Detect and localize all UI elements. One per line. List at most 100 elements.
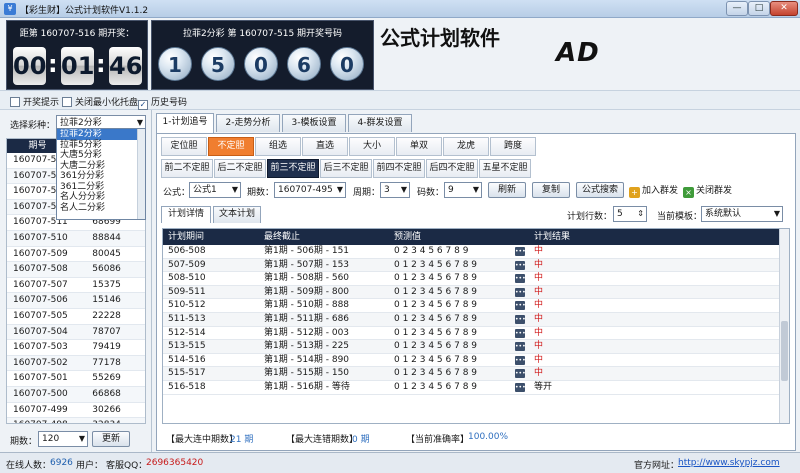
history-row[interactable]: 160707-506 15146 <box>7 293 145 309</box>
history-row[interactable]: 160707-500 66868 <box>7 386 145 403</box>
site-link[interactable]: http://www.skypjz.com <box>678 458 780 468</box>
tab-plan-tracking[interactable]: 1-计划追号 <box>156 113 214 133</box>
table-row[interactable]: 507-509 第1期 - 507期 - 153 0 1 2 3 4 5 6 7 8… <box>163 258 789 273</box>
plan-rows-stepper[interactable]: 5 ⇕ <box>613 206 647 222</box>
plan-scrollbar[interactable] <box>779 229 789 423</box>
history-numbers-checkbox[interactable]: ✓ 历史号码 <box>138 95 187 110</box>
lottery-option[interactable]: 大唐二分彩 <box>57 161 145 172</box>
chevron-down-icon[interactable]: ▼ <box>774 207 780 221</box>
chevron-down-icon[interactable]: ▼ <box>473 183 479 197</box>
copy-button[interactable]: 复制 <box>532 182 570 198</box>
filter-position-button[interactable]: 前二不定胆 <box>161 159 213 178</box>
more-icon[interactable]: ••• <box>515 314 526 324</box>
history-row[interactable]: 160707-501 55269 <box>7 371 145 387</box>
table-row[interactable]: 512-514 第1期 - 512期 - 003 0 1 2 3 4 5 6 7 8… <box>163 327 789 341</box>
lottery-option[interactable]: 拉菲5分彩 <box>57 140 145 151</box>
tab-template-settings[interactable]: 3-模板设置 <box>282 114 346 132</box>
filter-type-button[interactable]: 不定胆 <box>208 137 254 156</box>
table-row[interactable]: 510-512 第1期 - 510期 - 888 0 1 2 3 4 5 6 7 8… <box>163 299 789 313</box>
filter-position-button[interactable]: 前四不定胆 <box>373 159 425 178</box>
lottery-option[interactable]: 361二分彩 <box>57 182 145 193</box>
chevron-down-icon[interactable]: ▼ <box>401 183 407 197</box>
scrollbar-thumb[interactable] <box>781 321 788 381</box>
template-select[interactable]: 系统默认 ▼ <box>701 206 783 222</box>
stepper-arrows-icon[interactable]: ⇕ <box>637 207 644 221</box>
filter-type-button[interactable]: 组选 <box>255 137 301 156</box>
lottery-option[interactable]: 拉菲2分彩 <box>57 129 145 140</box>
refresh-button[interactable]: 刷新 <box>488 182 526 198</box>
more-icon[interactable]: ••• <box>515 247 526 256</box>
filter-position-button[interactable]: 后四不定胆 <box>426 159 478 178</box>
table-row[interactable]: 508-510 第1期 - 508期 - 560 0 1 2 3 4 5 6 7 8… <box>163 272 789 286</box>
dropdown-scrollbar[interactable] <box>137 129 145 219</box>
history-row[interactable]: 160707-507 15375 <box>7 278 145 294</box>
maximize-button[interactable]: □ <box>748 1 770 16</box>
more-icon[interactable]: ••• <box>515 355 526 365</box>
lottery-option[interactable]: 名人分分彩 <box>57 192 145 203</box>
lottery-option[interactable]: 名人二分彩 <box>57 203 145 214</box>
filter-position-button[interactable]: 后三不定胆 <box>320 159 372 178</box>
filter-type-button[interactable]: 直选 <box>302 137 348 156</box>
history-row[interactable]: 160707-503 79419 <box>7 340 145 356</box>
more-icon[interactable]: ••• <box>515 369 526 379</box>
history-row[interactable]: 160707-508 56086 <box>7 262 145 278</box>
close-broadcast-button[interactable]: × 关闭群发 <box>683 183 732 198</box>
table-row[interactable]: 513-515 第1期 - 513期 - 225 0 1 2 3 4 5 6 7 8… <box>163 340 789 354</box>
more-icon[interactable]: ••• <box>515 260 526 270</box>
filter-type-button[interactable]: 龙虎 <box>443 137 489 156</box>
history-row[interactable]: 160707-509 80045 <box>7 247 145 263</box>
more-icon[interactable]: ••• <box>515 274 526 284</box>
close-button[interactable]: ✕ <box>770 1 798 16</box>
table-row[interactable]: 514-516 第1期 - 514期 - 890 0 1 2 3 4 5 6 7 8… <box>163 354 789 368</box>
plan-range: 507-509 <box>163 259 259 272</box>
table-row[interactable]: 509-511 第1期 - 509期 - 800 0 1 2 3 4 5 6 7 8… <box>163 285 789 300</box>
history-row[interactable]: 160707-499 30266 <box>7 403 145 419</box>
history-row[interactable]: 160707-504 78707 <box>7 324 145 341</box>
filter-type-button[interactable]: 单双 <box>396 137 442 156</box>
minimize-tray-checkbox[interactable]: 关闭最小化托盘 <box>62 95 138 108</box>
checkbox-box[interactable] <box>62 97 72 107</box>
tab-trend-analysis[interactable]: 2-走势分析 <box>216 114 280 132</box>
lottery-option[interactable]: 大唐5分彩 <box>57 150 145 161</box>
tab-text-plan[interactable]: 文本计划 <box>213 206 261 223</box>
chevron-down-icon[interactable]: ▼ <box>232 183 238 197</box>
filter-position-button[interactable]: 后二不定胆 <box>214 159 266 178</box>
filter-type-button[interactable]: 定位胆 <box>161 137 207 156</box>
table-row[interactable]: 506-508 第1期 - 506期 - 151 0 2 3 4 5 6 7 8 9… <box>163 245 789 259</box>
checkbox-box[interactable] <box>10 97 20 107</box>
formula-select[interactable]: 公式1 ▼ <box>189 182 241 198</box>
formula-search-button[interactable]: 公式搜索 <box>576 182 624 198</box>
filter-type-button[interactable]: 大小 <box>349 137 395 156</box>
count-select[interactable]: 9 ▼ <box>444 182 482 198</box>
period-select[interactable]: 160707-495 ▼ <box>274 182 346 198</box>
history-row[interactable]: 160707-49832834 <box>7 418 145 423</box>
filter-type-button[interactable]: 跨度 <box>490 137 536 156</box>
ad-banner[interactable]: AD <box>556 38 600 68</box>
more-icon[interactable]: ••• <box>515 287 526 297</box>
more-icon[interactable]: ••• <box>515 328 526 338</box>
more-icon[interactable]: ••• <box>515 342 526 352</box>
tab-plan-detail[interactable]: 计划详情 <box>161 206 211 223</box>
check-icon[interactable]: ✓ <box>138 100 148 110</box>
history-row[interactable]: 160707-505 22228 <box>7 309 145 325</box>
tab-broadcast-settings[interactable]: 4-群发设置 <box>348 114 412 132</box>
table-row[interactable]: 515-517 第1期 - 515期 - 150 0 1 2 3 4 5 6 7 8… <box>163 367 789 381</box>
filter-position-button[interactable]: 五星不定胆 <box>479 159 531 178</box>
more-icon[interactable]: ••• <box>515 301 526 311</box>
filter-position-button[interactable]: 前三不定胆 <box>267 159 319 178</box>
chevron-down-icon[interactable]: ▼ <box>79 432 85 446</box>
lottery-dropdown[interactable]: 拉菲2分彩 拉菲5分彩 大唐5分彩 大唐二分彩 361分分彩 361二分彩 名人分分彩 名人二… <box>56 128 146 220</box>
table-row[interactable]: 511-513 第1期 - 511期 - 686 0 1 2 3 4 5 6 7 8… <box>163 312 789 327</box>
update-button[interactable]: 更新 <box>92 431 130 447</box>
lottery-option[interactable]: 361分分彩 <box>57 171 145 182</box>
history-row[interactable]: 160707-510 88844 <box>7 230 145 247</box>
history-row[interactable]: 160707-502 77178 <box>7 355 145 372</box>
join-broadcast-button[interactable]: + 加入群发 <box>629 183 678 198</box>
chevron-down-icon[interactable]: ▼ <box>337 183 343 197</box>
more-icon[interactable]: ••• <box>515 382 526 392</box>
open-prompt-checkbox[interactable]: 开奖提示 <box>10 95 59 108</box>
period-input[interactable]: 120 ▼ <box>38 431 88 447</box>
minimize-button[interactable]: — <box>726 1 748 16</box>
cycle-select[interactable]: 3 ▼ <box>380 182 410 198</box>
table-row[interactable]: 516-518 第1期 - 516期 - 等待 0 1 2 3 4 5 6 7 8 … <box>163 381 789 395</box>
